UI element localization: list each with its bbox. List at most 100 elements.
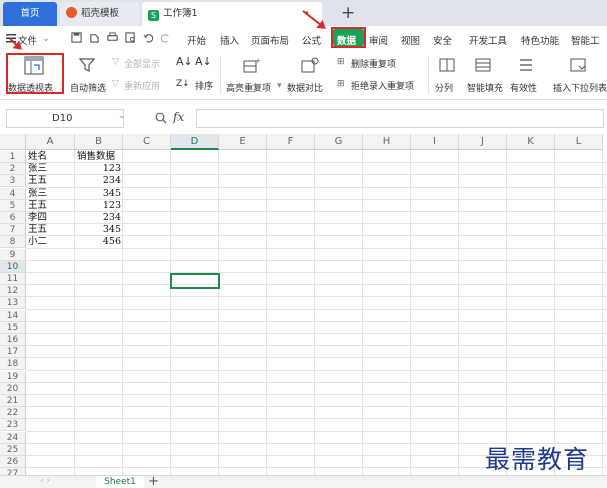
column-header-h[interactable]: H [363, 134, 411, 150]
row-header-25[interactable]: 25 [0, 443, 26, 456]
table-header-cell[interactable]: 姓名 [28, 151, 73, 163]
smart-fill-button[interactable]: 智能填充 [467, 81, 503, 94]
print-icon[interactable] [107, 32, 118, 43]
table-cell[interactable]: 张三 [28, 188, 73, 200]
menu-security[interactable]: 安全 [433, 33, 452, 47]
reapply-button[interactable]: 重新应用 [124, 79, 160, 92]
row-header-4[interactable]: 4 [0, 187, 26, 200]
column-header-e[interactable]: E [219, 134, 267, 150]
menu-developer[interactable]: 开发工具 [469, 33, 507, 47]
row-header-3[interactable]: 3 [0, 175, 26, 188]
sheet-nav-icon[interactable]: ‹ › [40, 476, 50, 486]
row-header-9[interactable]: 9 [0, 248, 26, 261]
row-header-13[interactable]: 13 [0, 297, 26, 310]
formula-input[interactable] [196, 109, 604, 128]
menu-view[interactable]: 视图 [401, 33, 420, 47]
column-header-i[interactable]: I [411, 134, 459, 150]
menu-special[interactable]: 特色功能 [521, 33, 559, 47]
active-cell-d10[interactable] [170, 273, 220, 289]
split-column-button[interactable]: 分列 [435, 81, 453, 94]
sort-desc-icon[interactable]: A↓ [195, 55, 212, 68]
row-header-22[interactable]: 22 [0, 407, 26, 420]
row-header-6[interactable]: 6 [0, 212, 26, 224]
tab-template[interactable]: 稻壳模板 [60, 2, 139, 26]
undo-icon[interactable] [143, 32, 154, 43]
fx-label[interactable]: fx [173, 110, 184, 124]
tab-workbook[interactable]: S工作簿1 • [142, 2, 322, 26]
column-header-b[interactable]: B [75, 134, 123, 150]
table-cell[interactable]: 王五 [28, 175, 73, 187]
sort-button[interactable]: 排序 [195, 79, 213, 92]
validity-button[interactable]: 有效性 [510, 81, 537, 94]
table-cell[interactable]: 王五 [28, 224, 73, 236]
smart-fill-icon[interactable] [475, 57, 491, 73]
menu-page-layout[interactable]: 页面布局 [251, 33, 289, 47]
row-header-8[interactable]: 8 [0, 236, 26, 249]
dropdown-list-icon[interactable] [570, 57, 586, 73]
menu-start[interactable]: 开始 [187, 33, 206, 47]
row-header-19[interactable]: 19 [0, 370, 26, 383]
row-header-1[interactable]: 1 [0, 151, 26, 163]
table-cell[interactable]: 234 [77, 175, 121, 187]
validity-icon[interactable] [518, 57, 534, 73]
column-header-d[interactable]: D [171, 134, 219, 150]
auto-filter-button[interactable]: 自动筛选 [70, 81, 106, 94]
data-compare-icon[interactable] [301, 57, 319, 73]
add-sheet-button[interactable]: + [148, 474, 159, 488]
column-header-j[interactable]: J [459, 134, 507, 150]
column-header-c[interactable]: C [123, 134, 171, 150]
row-header-17[interactable]: 17 [0, 346, 26, 359]
table-cell[interactable]: 张三 [28, 163, 73, 175]
row-header-2[interactable]: 2 [0, 163, 26, 176]
column-header-f[interactable]: F [267, 134, 315, 150]
name-box-dropdown-icon[interactable]: ⌄ [118, 111, 126, 121]
table-cell[interactable]: 345 [77, 188, 121, 200]
name-box[interactable]: D10 [6, 109, 124, 128]
file-dropdown-icon[interactable]: ⌄ [42, 33, 50, 44]
sheet-tab[interactable]: Sheet1 [96, 476, 144, 488]
highlight-duplicates-dropdown-icon[interactable]: ▾ [277, 81, 282, 91]
highlight-duplicates-button[interactable]: 高亮重复项 [226, 81, 271, 94]
delete-duplicates-button[interactable]: 删除重复项 [351, 57, 396, 70]
row-header-23[interactable]: 23 [0, 419, 26, 432]
table-cell[interactable]: 234 [77, 212, 121, 224]
row-header-24[interactable]: 24 [0, 431, 26, 444]
column-header-a[interactable]: A [26, 134, 75, 150]
column-header-g[interactable]: G [315, 134, 363, 150]
row-header-18[interactable]: 18 [0, 358, 26, 371]
row-header-11[interactable]: 11 [0, 273, 26, 285]
table-cell[interactable]: 李四 [28, 212, 73, 224]
menu-smart[interactable]: 智能工 [571, 33, 600, 47]
insert-dropdown-button[interactable]: 插入下拉列表 [553, 81, 607, 94]
row-header-15[interactable]: 15 [0, 321, 26, 334]
column-header-k[interactable]: K [507, 134, 555, 150]
sort-asc-icon[interactable]: A↓ [176, 55, 193, 68]
row-header-20[interactable]: 20 [0, 382, 26, 395]
reject-duplicates-button[interactable]: 拒绝录入重复项 [351, 79, 414, 92]
table-cell[interactable]: 456 [77, 236, 121, 248]
table-header-cell[interactable]: 销售数据 [77, 151, 121, 163]
highlight-duplicates-icon[interactable]: + [243, 57, 261, 73]
menu-insert[interactable]: 插入 [220, 33, 239, 47]
menu-formula[interactable]: 公式 [302, 33, 321, 47]
open-icon[interactable] [89, 32, 100, 43]
row-header-12[interactable]: 12 [0, 285, 26, 298]
show-all-button[interactable]: 全部显示 [124, 57, 160, 70]
table-cell[interactable]: 123 [77, 200, 121, 212]
table-cell[interactable]: 小二 [28, 236, 73, 248]
row-header-14[interactable]: 14 [0, 309, 26, 322]
menu-review[interactable]: 审阅 [369, 33, 388, 47]
row-header-21[interactable]: 21 [0, 395, 26, 407]
row-header-16[interactable]: 16 [0, 334, 26, 346]
row-header-10[interactable]: 10 [0, 260, 26, 273]
tab-home[interactable]: 首页 [3, 2, 57, 26]
select-all-corner[interactable] [0, 134, 26, 150]
save-icon[interactable] [71, 32, 82, 43]
redo-icon[interactable] [160, 32, 171, 43]
filter-icon[interactable] [79, 57, 95, 73]
search-zoom-icon[interactable] [155, 112, 167, 124]
data-compare-button[interactable]: 数据对比 [287, 81, 323, 94]
print-preview-icon[interactable] [125, 32, 136, 43]
row-header-5[interactable]: 5 [0, 199, 26, 212]
table-cell[interactable]: 345 [77, 224, 121, 236]
